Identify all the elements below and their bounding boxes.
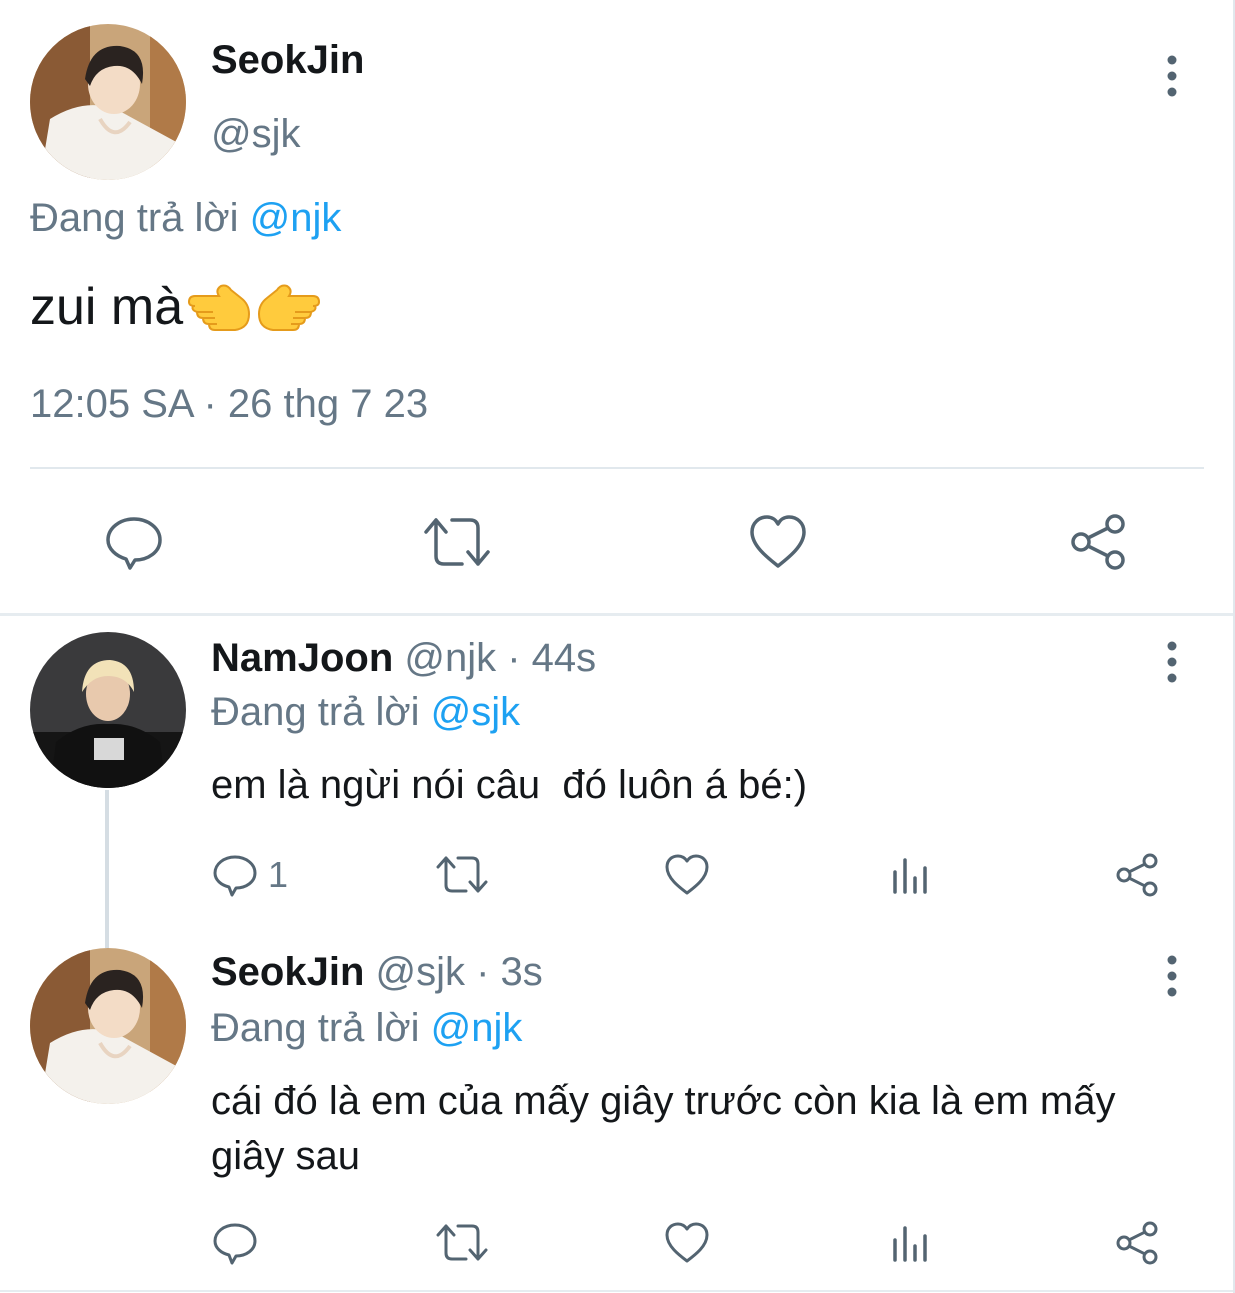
retweet-button[interactable]: [436, 1218, 488, 1268]
thread-line: [105, 936, 109, 948]
reply-icon[interactable]: [104, 512, 164, 572]
reply-context: Đang trả lời @sjk: [211, 690, 520, 735]
reply-context-label: Đang trả lời: [211, 1006, 431, 1050]
avatar-image: [30, 632, 186, 788]
reply-context-label: Đang trả lời: [211, 690, 431, 734]
reply-icon: [213, 855, 257, 897]
display-name[interactable]: SeokJin: [211, 38, 364, 83]
avatar[interactable]: [30, 632, 186, 788]
reply-icon: [213, 1223, 257, 1265]
mention-link[interactable]: @njk: [431, 1006, 523, 1050]
retweet-icon: [436, 1224, 488, 1261]
reply-button[interactable]: 1: [212, 850, 288, 900]
thread-line: [105, 790, 109, 936]
reply-context: Đang trả lời @njk: [30, 196, 341, 241]
divider: [0, 1290, 1233, 1292]
reply-count: 1: [268, 854, 289, 895]
mention-link[interactable]: @njk: [250, 196, 342, 240]
share-icon: [1116, 1221, 1158, 1265]
like-button[interactable]: [664, 1218, 710, 1268]
pointing-right-emoji: [255, 274, 323, 340]
views-button[interactable]: [890, 1218, 932, 1268]
avatar[interactable]: [30, 24, 186, 180]
more-options-icon[interactable]: [1160, 954, 1184, 998]
like-button[interactable]: [664, 850, 710, 900]
retweet-button[interactable]: [436, 850, 488, 900]
retweet-icon: [436, 856, 488, 893]
user-handle[interactable]: @sjk: [211, 112, 301, 157]
reply-tweet[interactable]: NamJoon @njk · 44s Đang trả lời @sjk em …: [0, 616, 1233, 936]
main-tweet: SeokJin @sjk Đang trả lời @njk zui mà 12…: [0, 0, 1233, 613]
reply-context: Đang trả lời @njk: [211, 1006, 522, 1051]
tweet-text: em là ngừi nói câu đó luôn á bé:): [211, 763, 808, 807]
tweet-text-content: zui mà: [30, 278, 184, 336]
avatar-image: [30, 24, 186, 180]
display-name[interactable]: NamJoon: [211, 636, 393, 680]
reply-header: NamJoon @njk · 44s: [211, 636, 596, 681]
share-icon[interactable]: [1068, 512, 1128, 572]
retweet-icon[interactable]: [424, 512, 490, 572]
divider: [30, 467, 1204, 469]
handle-and-time[interactable]: @sjk · 3s: [364, 950, 543, 994]
share-button[interactable]: [1114, 850, 1160, 900]
views-icon: [893, 1226, 927, 1262]
share-button[interactable]: [1114, 1218, 1160, 1268]
mention-link[interactable]: @sjk: [431, 690, 521, 734]
pointing-left-emoji: [185, 274, 253, 340]
like-icon[interactable]: [748, 512, 808, 572]
views-button[interactable]: [890, 850, 932, 900]
reply-header: SeokJin @sjk · 3s: [211, 950, 543, 995]
reply-tweet[interactable]: SeokJin @sjk · 3s Đang trả lời @njk cái …: [0, 936, 1233, 1290]
tweet-text: zui mà: [30, 274, 323, 340]
display-name[interactable]: SeokJin: [211, 950, 364, 994]
views-icon: [893, 858, 927, 894]
like-icon: [665, 854, 709, 895]
reply-button[interactable]: [212, 1218, 268, 1268]
avatar-image: [30, 948, 186, 1104]
tweet-detail-page: SeokJin @sjk Đang trả lời @njk zui mà 12…: [0, 0, 1235, 1293]
avatar[interactable]: [30, 948, 186, 1104]
reply-context-label: Đang trả lời: [30, 196, 250, 240]
more-options-icon[interactable]: [1160, 54, 1184, 98]
tweet-timestamp[interactable]: 12:05 SA · 26 thg 7 23: [30, 382, 428, 427]
like-icon: [665, 1222, 709, 1263]
tweet-text: cái đó là em của mấy giây trước còn kia …: [211, 1079, 1127, 1178]
more-options-icon[interactable]: [1160, 640, 1184, 684]
share-icon: [1116, 853, 1158, 897]
handle-and-time[interactable]: @njk · 44s: [393, 636, 596, 680]
